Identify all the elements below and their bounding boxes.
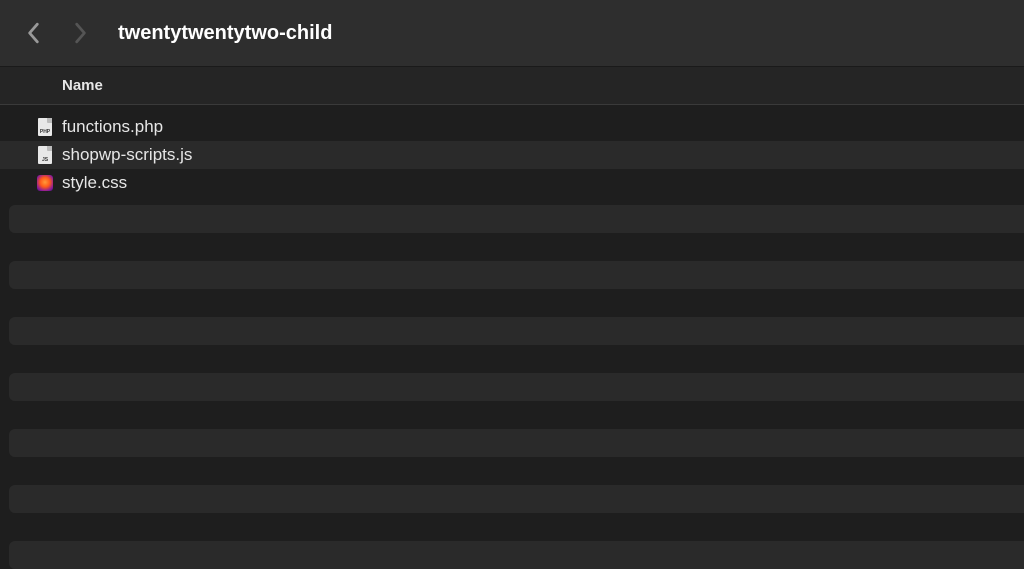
empty-row xyxy=(9,261,1024,289)
file-name: shopwp-scripts.js xyxy=(62,145,192,165)
empty-rows xyxy=(0,205,1024,569)
empty-row xyxy=(9,541,1024,569)
back-button[interactable] xyxy=(26,22,42,44)
forward-button[interactable] xyxy=(72,22,88,44)
file-name: style.css xyxy=(62,173,127,193)
file-name: functions.php xyxy=(62,117,163,137)
empty-row xyxy=(9,373,1024,401)
php-file-icon: PHP xyxy=(36,117,54,137)
empty-row xyxy=(9,205,1024,233)
file-list: PHP functions.php JS shopwp-scripts.js s… xyxy=(0,105,1024,569)
toolbar: twentytwentytwo-child xyxy=(0,0,1024,67)
empty-row xyxy=(9,317,1024,345)
empty-row xyxy=(9,485,1024,513)
nav-arrows xyxy=(26,22,88,44)
column-header[interactable]: Name xyxy=(0,67,1024,105)
file-row[interactable]: style.css xyxy=(0,169,1024,197)
js-file-icon: JS xyxy=(36,145,54,165)
file-row[interactable]: PHP functions.php xyxy=(0,113,1024,141)
css-file-icon xyxy=(36,173,54,193)
folder-title: twentytwentytwo-child xyxy=(118,22,332,45)
column-header-name: Name xyxy=(62,77,103,94)
file-row[interactable]: JS shopwp-scripts.js xyxy=(0,141,1024,169)
empty-row xyxy=(9,429,1024,457)
